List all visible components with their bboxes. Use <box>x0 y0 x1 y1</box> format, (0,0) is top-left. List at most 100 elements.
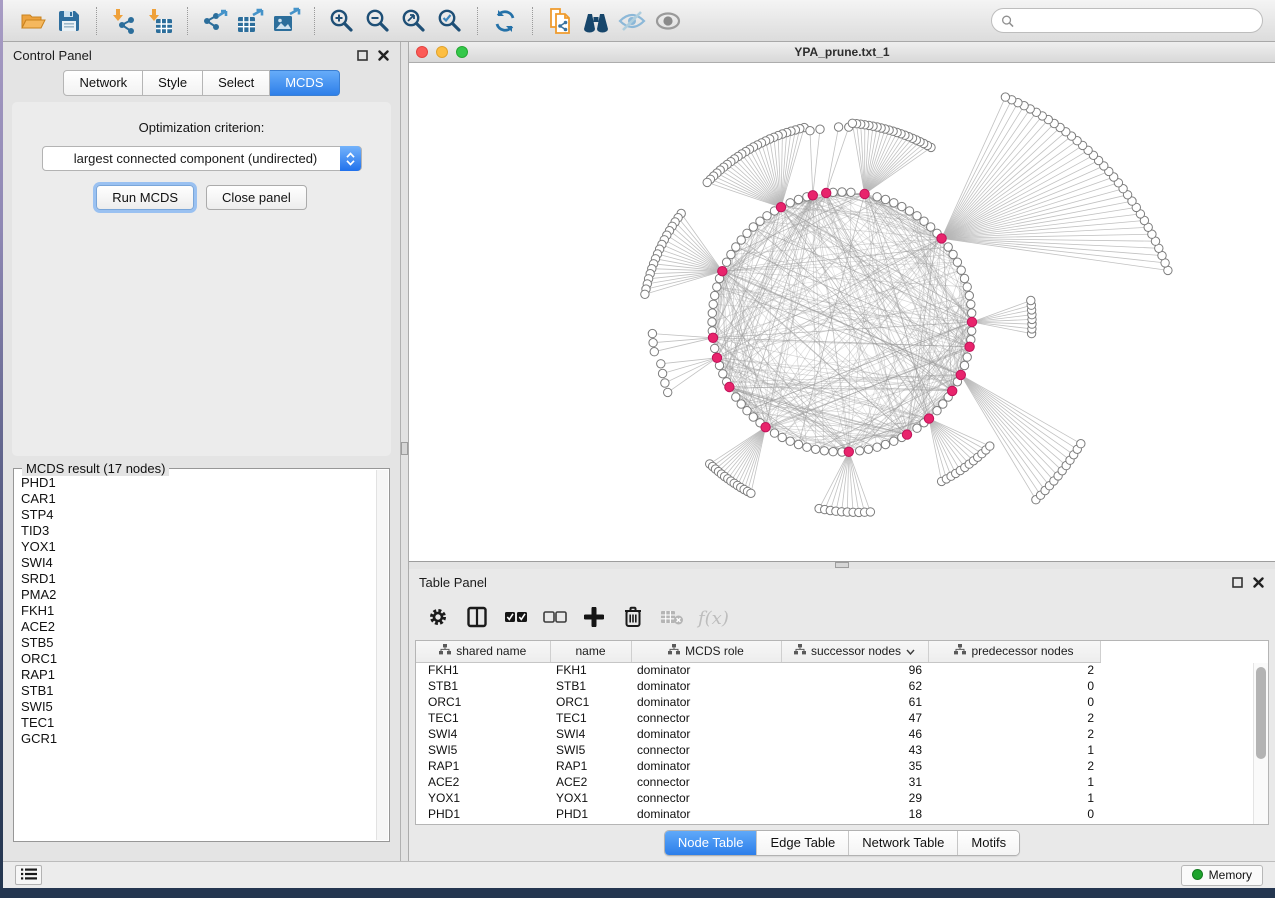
memory-status-icon <box>1192 869 1203 880</box>
mcds-result-item[interactable]: RAP1 <box>21 667 375 683</box>
close-panel-icon[interactable] <box>377 49 390 62</box>
column-header-MCDS-role[interactable]: MCDS role <box>631 641 781 662</box>
task-history-button[interactable] <box>15 865 42 885</box>
shared-column-icon <box>794 644 806 658</box>
delete-column-button[interactable] <box>620 605 646 631</box>
refresh-network-button[interactable] <box>487 5 523 37</box>
mcds-result-item[interactable]: YOX1 <box>21 539 375 555</box>
search-field <box>991 8 1263 33</box>
export-network-button[interactable] <box>197 5 233 37</box>
column-header-shared-name[interactable]: shared name <box>416 641 550 662</box>
mcds-result-item[interactable]: CAR1 <box>21 491 375 507</box>
mcds-result-item[interactable]: TEC1 <box>21 715 375 731</box>
import-table-button[interactable] <box>142 5 178 37</box>
horizontal-splitter[interactable] <box>409 562 1275 569</box>
toolbar-separator <box>477 7 478 35</box>
delete-table-button[interactable] <box>659 605 685 631</box>
sort-desc-icon <box>906 644 915 658</box>
mcds-result-item[interactable]: TID3 <box>21 523 375 539</box>
hide-selected-button[interactable] <box>614 5 650 37</box>
close-panel-icon[interactable] <box>1252 576 1265 589</box>
table-row[interactable]: YOX1YOX1connector291 <box>416 790 1100 806</box>
result-list-scrollbar[interactable] <box>376 470 388 840</box>
mcds-result-item[interactable]: GCR1 <box>21 731 375 747</box>
trash-icon <box>624 606 642 631</box>
mcds-result-item[interactable]: SWI4 <box>21 555 375 571</box>
memory-button[interactable]: Memory <box>1181 865 1263 886</box>
table-row[interactable]: RAP1RAP1dominator352 <box>416 758 1100 774</box>
table-row[interactable]: ACE2ACE2connector311 <box>416 774 1100 790</box>
zoom-out-icon <box>364 7 392 35</box>
table-row[interactable]: TEC1TEC1connector472 <box>416 710 1100 726</box>
zoom-fit-button[interactable] <box>396 5 432 37</box>
run-mcds-button[interactable]: Run MCDS <box>96 185 194 210</box>
control-panel-tabs: Network Style Select MCDS <box>3 70 400 96</box>
network-graph <box>409 63 1275 561</box>
mcds-result-item[interactable]: SWI5 <box>21 699 375 715</box>
network-canvas[interactable] <box>409 63 1275 561</box>
network-title: YPA_prune.txt_1 <box>409 45 1275 59</box>
mcds-result-item[interactable]: STB1 <box>21 683 375 699</box>
close-panel-button[interactable]: Close panel <box>206 185 307 210</box>
vertical-splitter[interactable] <box>401 42 409 861</box>
table-row[interactable]: PHD1PHD1dominator180 <box>416 806 1100 822</box>
tab-network-table[interactable]: Network Table <box>849 831 958 855</box>
column-header-successor-nodes[interactable]: successor nodes <box>781 641 928 662</box>
control-panel-header: Control Panel <box>3 42 400 68</box>
tab-style[interactable]: Style <box>143 70 203 96</box>
tab-motifs[interactable]: Motifs <box>958 831 1019 855</box>
float-panel-icon[interactable] <box>1231 576 1244 589</box>
zoom-out-button[interactable] <box>360 5 396 37</box>
export-image-button[interactable] <box>269 5 305 37</box>
search-input[interactable] <box>1019 14 1253 28</box>
tab-mcds[interactable]: MCDS <box>270 70 339 96</box>
mcds-result-item[interactable]: ORC1 <box>21 651 375 667</box>
mcds-result-item[interactable]: STP4 <box>21 507 375 523</box>
main-area: Control Panel Network Style Select MCDS … <box>3 42 1275 861</box>
mcds-result-item[interactable]: PMA2 <box>21 587 375 603</box>
scrollbar-thumb[interactable] <box>1256 667 1266 759</box>
table-row[interactable]: ORC1ORC1dominator610 <box>416 694 1100 710</box>
splitter-handle[interactable] <box>401 442 408 455</box>
table-row[interactable]: SWI4SWI4dominator462 <box>416 726 1100 742</box>
table-row[interactable]: STB1STB1dominator620 <box>416 678 1100 694</box>
export-table-button[interactable] <box>233 5 269 37</box>
copy-network-button[interactable] <box>542 5 578 37</box>
tab-node-table[interactable]: Node Table <box>665 831 758 855</box>
add-column-button[interactable] <box>581 605 607 631</box>
table-toolbar: f(x) <box>415 598 1269 638</box>
table-row[interactable]: SWI5SWI5connector431 <box>416 742 1100 758</box>
tab-edge-table[interactable]: Edge Table <box>757 831 849 855</box>
column-header-name[interactable]: name <box>550 641 631 662</box>
first-neighbors-button[interactable] <box>578 5 614 37</box>
column-header-predecessor-nodes[interactable]: predecessor nodes <box>928 641 1100 662</box>
table-row[interactable]: FKH1FKH1dominator962 <box>416 662 1100 678</box>
zoom-in-button[interactable] <box>324 5 360 37</box>
function-builder-button[interactable]: f(x) <box>698 608 729 629</box>
import-network-button[interactable] <box>106 5 142 37</box>
mcds-result-item[interactable]: STB5 <box>21 635 375 651</box>
splitter-handle[interactable] <box>835 562 849 568</box>
open-file-button[interactable] <box>15 5 51 37</box>
float-panel-icon[interactable] <box>356 49 369 62</box>
mcds-result-item[interactable]: PHD1 <box>21 475 375 491</box>
select-all-columns-button[interactable] <box>503 605 529 631</box>
mcds-result-item[interactable]: FKH1 <box>21 603 375 619</box>
optimization-criterion-label: Optimization criterion: <box>12 120 391 135</box>
save-icon <box>56 8 82 34</box>
criterion-select[interactable]: largest connected component (undirected) <box>42 146 362 171</box>
deselect-all-columns-button[interactable] <box>542 605 568 631</box>
control-panel: Control Panel Network Style Select MCDS … <box>3 42 401 861</box>
cytoscape-window: Control Panel Network Style Select MCDS … <box>3 0 1275 888</box>
zoom-selected-button[interactable] <box>432 5 468 37</box>
mcds-result-item[interactable]: ACE2 <box>21 619 375 635</box>
save-session-button[interactable] <box>51 5 87 37</box>
table-scrollbar[interactable] <box>1253 663 1268 824</box>
table-settings-button[interactable] <box>425 605 451 631</box>
mcds-result-item[interactable]: SRD1 <box>21 571 375 587</box>
show-all-button[interactable] <box>650 5 686 37</box>
gear-icon <box>427 606 449 631</box>
tab-select[interactable]: Select <box>203 70 270 96</box>
tab-network[interactable]: Network <box>63 70 143 96</box>
column-layout-button[interactable] <box>464 605 490 631</box>
